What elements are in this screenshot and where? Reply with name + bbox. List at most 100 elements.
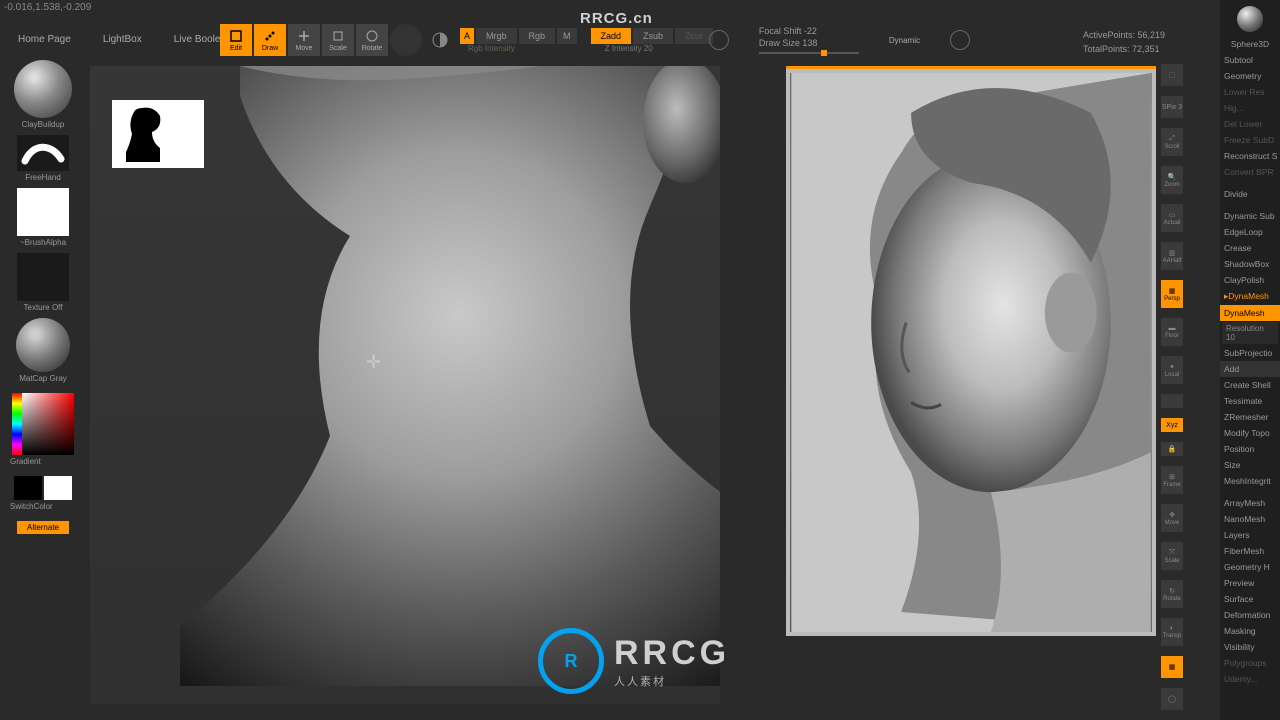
- view-move-button[interactable]: ✥Move: [1161, 504, 1183, 532]
- menu-lightbox[interactable]: LightBox: [93, 28, 152, 51]
- floor-toggle[interactable]: ▬Floor: [1161, 318, 1183, 346]
- convert-bpr-button[interactable]: Convert BPR: [1220, 164, 1280, 180]
- view-scale-button[interactable]: ⤧Scale: [1161, 542, 1183, 570]
- viewport-3d[interactable]: ✛: [90, 66, 720, 704]
- view-rotate-button[interactable]: ↻Rotate: [1161, 580, 1183, 608]
- extra-section[interactable]: Udemy...: [1220, 671, 1280, 687]
- xyz-button[interactable]: Xyz: [1161, 418, 1183, 432]
- watermark-logo-icon: R: [538, 628, 604, 694]
- create-shell-button[interactable]: Create Shell: [1220, 377, 1280, 393]
- claypolish-section[interactable]: ClayPolish: [1220, 272, 1280, 288]
- position-section[interactable]: Position: [1220, 441, 1280, 457]
- bpr-button[interactable]: ⬚: [1161, 64, 1183, 86]
- draw-button[interactable]: Draw: [254, 24, 286, 56]
- transp-toggle[interactable]: ◐Transp: [1161, 618, 1183, 646]
- meshintegrity-section[interactable]: MeshIntegrit: [1220, 473, 1280, 489]
- material-label: MatCap Gray: [19, 374, 67, 383]
- reconstruct-button[interactable]: Reconstruct S: [1220, 148, 1280, 164]
- zremesher-section[interactable]: ZRemesher: [1220, 409, 1280, 425]
- polyframe-toggle[interactable]: ▦: [1161, 656, 1183, 678]
- zcut-toggle[interactable]: Zcut: [675, 28, 713, 44]
- gradient-toggle[interactable]: Gradient: [10, 457, 41, 466]
- z-intensity-slider[interactable]: Z Intensity 20: [597, 42, 661, 55]
- brush-cursor-icon: ✛: [366, 352, 381, 373]
- subprojection-slider[interactable]: SubProjectio: [1220, 345, 1280, 361]
- point-stats: ActivePoints: 56,219 TotalPoints: 72,351: [1083, 28, 1165, 56]
- total-points: TotalPoints: 72,351: [1083, 42, 1165, 56]
- menu-home[interactable]: Home Page: [8, 28, 81, 51]
- dynamic-sub-section[interactable]: Dynamic Sub: [1220, 208, 1280, 224]
- quickpick-dial[interactable]: [709, 30, 729, 50]
- lconn-button[interactable]: [1161, 394, 1183, 408]
- scale-button[interactable]: Scale: [322, 24, 354, 56]
- fibermesh-section[interactable]: FiberMesh: [1220, 543, 1280, 559]
- freeze-subd-button[interactable]: Freeze SubD: [1220, 132, 1280, 148]
- crease-section[interactable]: Crease: [1220, 240, 1280, 256]
- draw-size-slider[interactable]: [759, 52, 859, 54]
- silhouette-thumbnail: [116, 104, 176, 164]
- visibility-section[interactable]: Visibility: [1220, 639, 1280, 655]
- dynamesh-add-button[interactable]: Add: [1220, 361, 1280, 377]
- alpha-selector[interactable]: [17, 188, 69, 236]
- frame-button[interactable]: ⊞Frame: [1161, 466, 1183, 494]
- nanomesh-section[interactable]: NanoMesh: [1220, 511, 1280, 527]
- gizmo-button[interactable]: [390, 24, 422, 56]
- hue-strip[interactable]: [12, 393, 22, 455]
- rgb-intensity-slider[interactable]: Rgb Intensity: [460, 42, 523, 55]
- dynamic-toggle[interactable]: Dynamic: [889, 36, 920, 45]
- scroll-button[interactable]: ⤢Scroll: [1161, 128, 1183, 156]
- lower-res-button[interactable]: Lower Res: [1220, 84, 1280, 100]
- tessimate-section[interactable]: Tessimate: [1220, 393, 1280, 409]
- divide-button[interactable]: Divide: [1220, 186, 1280, 202]
- watermark-name: RRCG: [614, 634, 730, 673]
- dynamesh-section[interactable]: ▸DynaMesh: [1220, 288, 1280, 305]
- brush-selector[interactable]: [14, 60, 72, 118]
- shadowbox-section[interactable]: ShadowBox: [1220, 256, 1280, 272]
- sculptris-toggle[interactable]: [424, 24, 456, 56]
- alternate-button[interactable]: Alternate: [17, 521, 69, 534]
- del-lower-button[interactable]: Del Lower: [1220, 116, 1280, 132]
- stroke-label: FreeHand: [25, 173, 61, 182]
- material-selector[interactable]: [16, 318, 70, 372]
- secondary-color-swatch[interactable]: [44, 476, 72, 500]
- polygroups-section[interactable]: Polygroups: [1220, 655, 1280, 671]
- tool-thumbnail[interactable]: [1237, 6, 1263, 32]
- modify-topology-section[interactable]: Modify Topo: [1220, 425, 1280, 441]
- deformation-section[interactable]: Deformation: [1220, 607, 1280, 623]
- higher-res-button[interactable]: Hig...: [1220, 100, 1280, 116]
- size-section[interactable]: Size: [1220, 457, 1280, 473]
- color-picker[interactable]: [12, 393, 74, 455]
- lock-button[interactable]: 🔒: [1161, 442, 1183, 456]
- move-button[interactable]: Move: [288, 24, 320, 56]
- viewport-reference[interactable]: [786, 66, 1156, 636]
- switchcolor-button[interactable]: SwitchColor: [10, 502, 53, 511]
- sv-box[interactable]: [22, 393, 74, 455]
- zoom-button[interactable]: 🔍Zoom: [1161, 166, 1183, 194]
- edgeloop-section[interactable]: EdgeLoop: [1220, 224, 1280, 240]
- masking-section[interactable]: Masking: [1220, 623, 1280, 639]
- ghost-toggle[interactable]: ◯: [1161, 688, 1183, 710]
- texture-label: Texture Off: [24, 303, 63, 312]
- main-color-swatch[interactable]: [14, 476, 42, 500]
- layers-section[interactable]: Layers: [1220, 527, 1280, 543]
- spix-slider[interactable]: SPix 3: [1161, 96, 1183, 118]
- left-palette: ClayBuildup FreeHand ~BrushAlpha Texture…: [8, 60, 78, 534]
- subtool-section[interactable]: Subtool: [1220, 52, 1280, 68]
- geometryhd-section[interactable]: Geometry H: [1220, 559, 1280, 575]
- persp-toggle[interactable]: ▦Persp: [1161, 280, 1183, 308]
- dynamesh-resolution-slider[interactable]: Resolution 10: [1222, 322, 1278, 344]
- arraymesh-section[interactable]: ArrayMesh: [1220, 495, 1280, 511]
- surface-section[interactable]: Surface: [1220, 591, 1280, 607]
- top-menu: Home Page LightBox Live Boolean: [8, 28, 242, 51]
- actual-button[interactable]: ▭Actual: [1161, 204, 1183, 232]
- stroke-selector[interactable]: [17, 135, 69, 171]
- dynamesh-button[interactable]: DynaMesh: [1220, 305, 1280, 321]
- aahalf-button[interactable]: ▥AAHalf: [1161, 242, 1183, 270]
- geometry-section[interactable]: Geometry: [1220, 68, 1280, 84]
- preview-section[interactable]: Preview: [1220, 575, 1280, 591]
- rotate-button[interactable]: Rotate: [356, 24, 388, 56]
- texture-selector[interactable]: [17, 253, 69, 301]
- edit-toggle[interactable]: Edit: [220, 24, 252, 56]
- size-dial[interactable]: [950, 30, 970, 50]
- local-toggle[interactable]: ✦Local: [1161, 356, 1183, 384]
